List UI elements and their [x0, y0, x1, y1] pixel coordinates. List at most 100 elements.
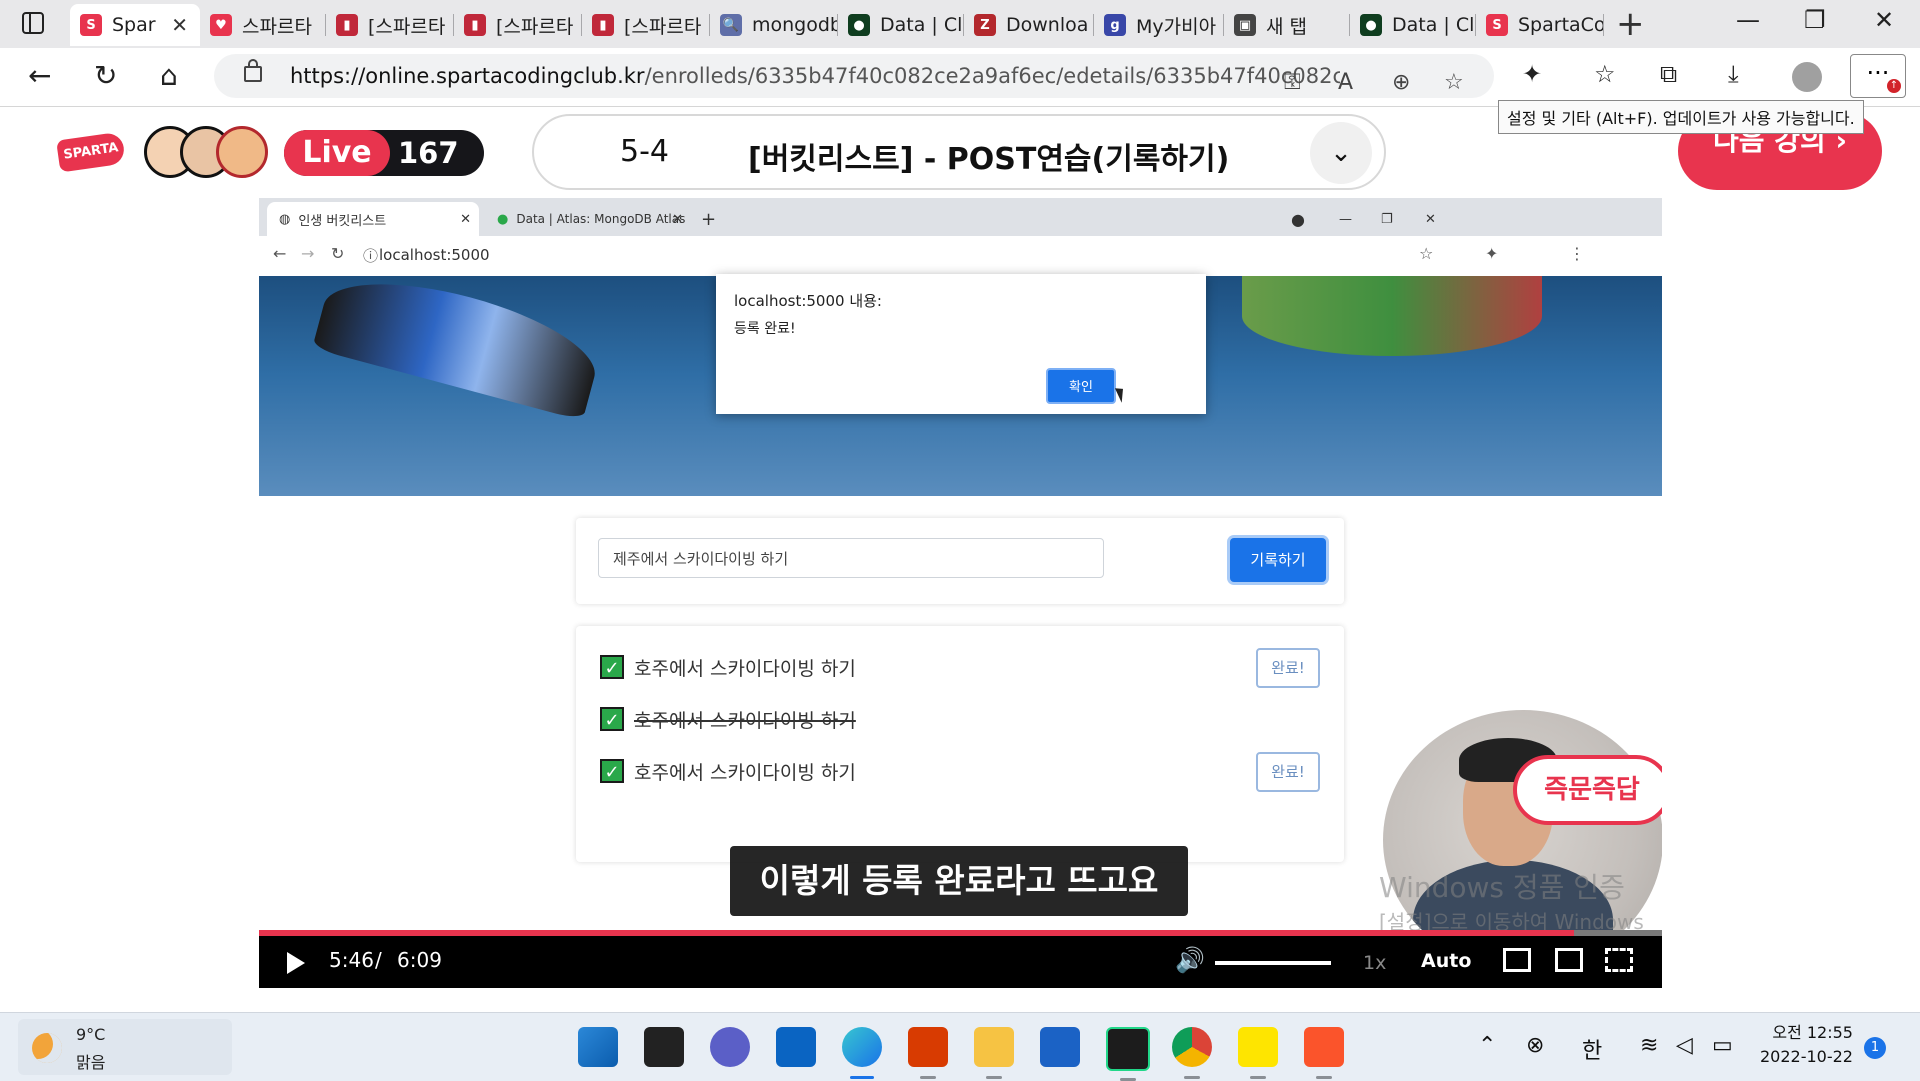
edge-icon[interactable]	[842, 1027, 882, 1079]
list-item: ✓ 호주에서 스카이다이빙 하기	[600, 652, 856, 682]
settings-menu-button[interactable]: ··· ↑	[1850, 54, 1906, 98]
browser-tab[interactable]: g My가비아	[1094, 4, 1224, 46]
browser-tab[interactable]: S Spar ✕	[70, 4, 200, 46]
tab-favicon-icon: ▮	[336, 14, 358, 36]
browser-tab[interactable]: ▮ [스파르타	[326, 4, 454, 46]
volume-slider[interactable]	[1215, 961, 1331, 965]
store-icon[interactable]	[1040, 1027, 1080, 1067]
address-bar[interactable]: https://online.spartacodingclub.kr/enrol…	[214, 54, 1494, 98]
brave-icon[interactable]	[1304, 1027, 1344, 1079]
chrome-icon[interactable]	[1172, 1027, 1212, 1079]
temperature: 9°C	[76, 1025, 106, 1044]
browser-tab[interactable]: ● Data | Cl	[838, 4, 964, 46]
info-icon: ⓘ	[363, 247, 379, 265]
key-icon[interactable]: ⚿	[1284, 70, 1301, 95]
tab-label: 새 탭	[1266, 15, 1307, 38]
browser-tab[interactable]: ● Data | Cl	[1350, 4, 1476, 46]
speed-button[interactable]: 1x	[1363, 952, 1386, 974]
dialog-header: localhost:5000 내용:	[734, 292, 882, 310]
downloads-icon[interactable]: ⤓	[1728, 60, 1739, 88]
notification-badge[interactable]: 1	[1864, 1037, 1886, 1059]
inner-url: localhost:5000	[379, 246, 490, 264]
bucket-form: 제주에서 스카이다이빙 하기 기록하기	[576, 518, 1344, 604]
volume-icon[interactable]: 🔊	[1175, 946, 1205, 974]
list-item: ✓ 호주에서 스카이다이빙 하기	[600, 704, 856, 734]
clock[interactable]: 오전 12:55 2022-10-22	[1760, 1021, 1853, 1069]
url-text[interactable]: https://online.spartacodingclub.kr/enrol…	[290, 64, 1340, 88]
sparta-logo[interactable]: SPARTA	[56, 131, 126, 173]
parachute-image	[312, 261, 606, 421]
browser-tab[interactable]: ▣ 새 탭	[1224, 4, 1350, 46]
item-text: 호주에서 스카이다이빙 하기	[634, 709, 856, 732]
tab-favicon-icon: ●	[1360, 14, 1382, 36]
pip-icon[interactable]	[1555, 948, 1583, 972]
bucket-input: 제주에서 스카이다이빙 하기	[598, 538, 1104, 578]
home-button[interactable]: ⌂	[160, 60, 178, 92]
speaker-icon[interactable]: ◁	[1676, 1033, 1693, 1058]
subtitles-icon[interactable]	[1503, 948, 1531, 972]
browser-tab[interactable]: S SpartaCo	[1476, 4, 1604, 46]
wifi-icon[interactable]: ≋	[1640, 1033, 1658, 1058]
lesson-number: 5-4	[620, 134, 669, 169]
done-button: 완료!	[1256, 752, 1320, 792]
lesson-selector[interactable]: 5-4 [버킷리스트] - POST연습(기록하기) ⌄	[532, 114, 1386, 190]
chevron-down-icon[interactable]: ⌄	[1310, 122, 1372, 184]
tab-favicon-icon: g	[1104, 14, 1126, 36]
chevron-up-icon[interactable]: ⌃	[1478, 1033, 1496, 1058]
live-badge[interactable]: Live 167 ⌄	[284, 130, 484, 202]
back-icon: ←	[273, 244, 287, 263]
close-tab-icon[interactable]: ✕	[171, 13, 188, 37]
browser-tab[interactable]: ▮ [스파르타	[454, 4, 582, 46]
extensions-icon[interactable]: ✦	[1522, 60, 1542, 88]
menu-icon: ⋮	[1569, 244, 1585, 263]
close-window-button[interactable]: ✕	[1874, 6, 1894, 34]
add-favorite-icon[interactable]: ☆	[1444, 70, 1464, 95]
list-item: ✓ 호주에서 스카이다이빙 하기	[600, 756, 856, 786]
tab-actions-icon[interactable]	[22, 12, 44, 34]
restore-button[interactable]: ❐	[1804, 6, 1826, 34]
kakaotalk-icon[interactable]	[1238, 1027, 1278, 1079]
collections-icon[interactable]: ⧉	[1660, 60, 1677, 88]
office-icon[interactable]	[908, 1027, 948, 1079]
inner-address-bar: ← → ↻ ⓘ localhost:5000 ☆ ✦ ⋮	[259, 236, 1662, 277]
back-button[interactable]: ←	[28, 60, 51, 92]
play-icon[interactable]	[287, 952, 305, 974]
new-tab-button[interactable]: +	[1616, 4, 1645, 44]
tray-app-icon[interactable]: ⊗	[1526, 1033, 1544, 1058]
inner-tab-label: Data | Atlas: MongoDB Atlas	[516, 212, 686, 226]
qa-badge[interactable]: 즉문즉답	[1513, 755, 1662, 825]
favorites-icon[interactable]: ☆	[1594, 60, 1616, 88]
task-view-icon[interactable]	[644, 1027, 684, 1067]
browser-tab[interactable]: 🔍 mongodb	[710, 4, 838, 46]
alert-dialog: localhost:5000 내용: 등록 완료! 확인	[716, 274, 1206, 414]
extension-icon: ✦	[1485, 244, 1499, 263]
tab-label: [스파르타	[624, 15, 702, 38]
quality-button[interactable]: Auto	[1421, 950, 1471, 972]
tab-favicon-icon: Z	[974, 14, 996, 36]
lock-icon[interactable]	[244, 59, 262, 82]
refresh-button[interactable]: ↻	[94, 60, 117, 92]
file-explorer-icon[interactable]	[974, 1027, 1014, 1079]
weather-condition: 맑음	[76, 1053, 106, 1072]
ime-indicator[interactable]: 한	[1582, 1033, 1602, 1065]
inner-tab-atlas: ● Data | Atlas: MongoDB Atlas ✕	[485, 202, 691, 236]
browser-tab[interactable]: ▮ [스파르타	[582, 4, 710, 46]
browser-tab[interactable]: ♥ 스파르타	[200, 4, 326, 46]
tab-label: Data | Cl	[1392, 14, 1475, 36]
minimize-button[interactable]: —	[1736, 6, 1760, 34]
tab-favicon-icon: S	[80, 14, 102, 36]
battery-icon[interactable]: ▭	[1712, 1033, 1733, 1058]
video-player[interactable]: ◍ 인생 버킷리스트 ✕ ● Data | Atlas: MongoDB Atl…	[259, 198, 1662, 988]
profile-avatar[interactable]	[1792, 62, 1822, 92]
pycharm-icon[interactable]	[1106, 1027, 1150, 1081]
start-icon[interactable]	[578, 1027, 618, 1067]
mail-icon[interactable]	[776, 1027, 816, 1067]
browser-tab[interactable]: Z Downloa	[964, 4, 1094, 46]
record-button: 기록하기	[1230, 538, 1326, 582]
fullscreen-icon[interactable]	[1605, 948, 1633, 972]
weather-widget[interactable]: 9°C 맑음	[18, 1019, 232, 1075]
zoom-icon[interactable]: ⊕	[1392, 70, 1410, 95]
read-aloud-icon[interactable]: A	[1338, 70, 1353, 95]
browser-toolbar: ← ↻ ⌂ https://online.spartacodingclub.kr…	[0, 48, 1920, 107]
chat-icon[interactable]	[710, 1027, 750, 1067]
